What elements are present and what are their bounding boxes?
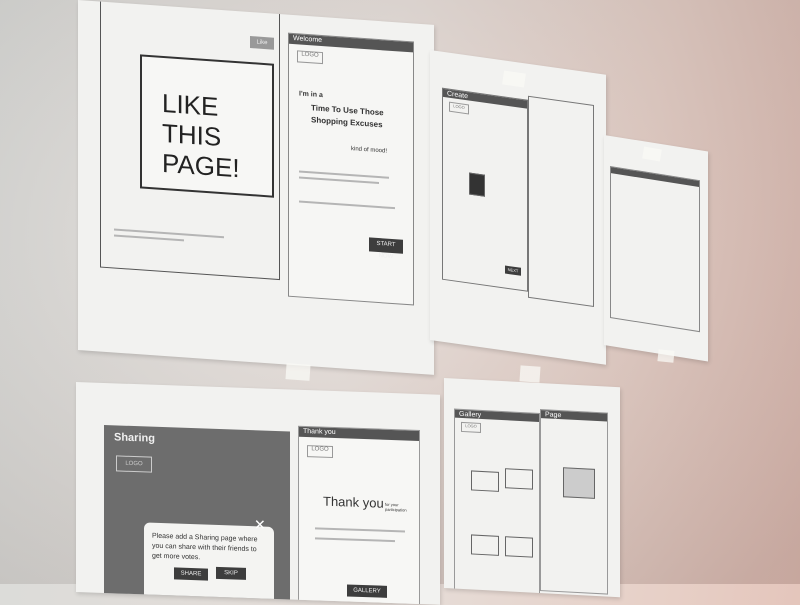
page-content-box xyxy=(563,467,595,499)
popup-line-2: you can share with their friends to xyxy=(152,542,257,554)
gallery-wireframe: Gallery LOGO xyxy=(454,408,540,596)
headline-3: Shopping Excuses xyxy=(311,115,383,130)
headline-1: I'm in a xyxy=(299,90,323,100)
share-button: SHARE xyxy=(174,567,208,581)
gallery-logo: LOGO xyxy=(461,421,481,433)
speech-bubble: LIKE THIS PAGE! xyxy=(140,54,274,198)
thankyou-subheading: for your participation xyxy=(385,501,407,513)
sharing-wireframe: Sharing LOGO Please add a Sharing page w… xyxy=(104,424,290,605)
start-now-button: START NOW xyxy=(369,237,403,260)
body-line-3 xyxy=(299,200,395,210)
page-header: Page xyxy=(541,410,607,422)
gallery-card-3 xyxy=(471,534,499,556)
body-line-2 xyxy=(299,176,379,185)
gallery-header: Gallery xyxy=(455,409,539,422)
thankyou-logo: LOGO xyxy=(307,445,333,458)
thankyou-heading: Thank you xyxy=(323,493,384,511)
tagline: kind of mood! xyxy=(351,146,388,155)
bubble-text: LIKE THIS PAGE! xyxy=(162,87,240,184)
thankyou-body-2 xyxy=(315,537,395,543)
page-wireframe: Page xyxy=(540,409,608,595)
popup-line-1: Please add a Sharing page where xyxy=(152,532,258,544)
gallery-card-4 xyxy=(505,536,533,558)
tape xyxy=(519,365,541,383)
like-button: Like xyxy=(250,36,274,50)
gallery-button: GALLERY xyxy=(347,584,387,598)
right-wireframe xyxy=(610,165,700,333)
gallery-card xyxy=(471,470,499,492)
thankyou-wireframe: Thank you LOGO Thank you for your partic… xyxy=(298,425,420,605)
thankyou-body xyxy=(315,527,405,533)
next-button: NEXT xyxy=(505,265,521,276)
gallery-card-2 xyxy=(505,468,533,490)
tape xyxy=(657,349,675,363)
sharing-popup: Please add a Sharing page where you can … xyxy=(144,522,274,605)
poster-like-welcome: Like LIKE THIS PAGE! Welcome LOGO I'm in… xyxy=(78,0,434,375)
right-header xyxy=(611,167,699,188)
create-wireframe: Create LOGO NEXT xyxy=(442,87,528,292)
welcome-wireframe: Welcome LOGO I'm in a Time To Use Those … xyxy=(288,32,414,306)
create-items xyxy=(528,95,594,308)
thankyou-header: Thank you xyxy=(299,426,419,441)
welcome-logo: LOGO xyxy=(297,50,323,65)
poster-create: Create LOGO NEXT xyxy=(430,50,606,365)
welcome-header: Welcome xyxy=(289,33,413,53)
poster-gallery: Gallery LOGO Page xyxy=(444,378,620,598)
tape xyxy=(502,70,526,88)
dress-figure xyxy=(469,172,485,197)
create-logo: LOGO xyxy=(449,101,469,115)
poster-right xyxy=(604,135,708,362)
tape xyxy=(285,363,311,381)
close-icon: ✕ xyxy=(254,516,266,533)
poster-sharing-thankyou: Sharing LOGO Please add a Sharing page w… xyxy=(76,382,440,605)
sharing-header: Sharing xyxy=(114,431,155,445)
sharing-logo: LOGO xyxy=(116,455,152,473)
skip-button: SKIP xyxy=(216,566,246,580)
popup-line-3: get more votes. xyxy=(152,552,201,562)
